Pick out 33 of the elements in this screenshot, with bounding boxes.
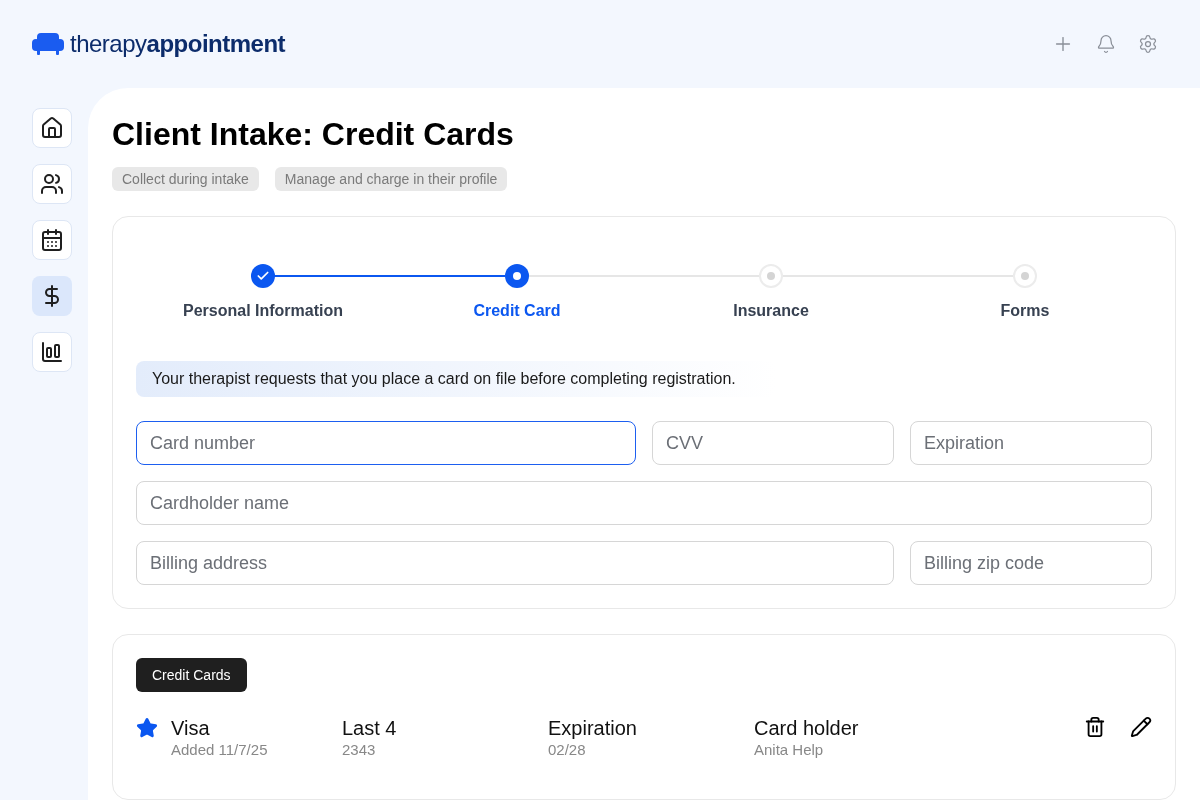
calendar-nav-button[interactable] [32,220,72,260]
column-label: Expiration [548,716,638,740]
home-icon [40,116,64,140]
people-icon [40,172,64,196]
input-field[interactable]: Card number [136,421,636,465]
clients-nav-button[interactable] [32,164,72,204]
step-label: Forms [1000,301,1050,321]
card-added-date: Added 11/7/25 [171,740,269,760]
card-holder-name: Anita Help [754,740,825,760]
home-nav-button[interactable] [32,108,72,148]
calendar-icon [40,228,64,252]
reports-nav-button[interactable] [32,332,72,372]
tag: Manage and charge in their profile [274,167,508,191]
billing-nav-button[interactable] [32,276,72,316]
credit-cards-tab[interactable]: Credit Cards [136,658,247,692]
app-logo-text: therapyappointment [70,29,286,59]
bar-chart-icon [40,340,64,364]
delete-button[interactable] [1084,716,1106,738]
step-label: Insurance [733,301,809,321]
card-last-four: 2343 [342,740,377,760]
card-expiration: 02/28 [548,740,587,760]
tag: Collect during intake [112,167,259,191]
step-label: Personal Information [183,301,343,321]
sofa-logo-icon [32,32,64,56]
column-label: Last 4 [342,716,398,740]
step-label: Credit Card [473,301,561,321]
notifications-button[interactable] [1096,34,1116,54]
star-icon[interactable] [136,717,158,739]
edit-button[interactable] [1130,716,1152,738]
card-brand: Visa [171,716,211,740]
settings-button[interactable] [1138,34,1158,54]
page-title: Client Intake: Credit Cards [112,115,515,154]
column-label: Card holder [754,716,860,740]
